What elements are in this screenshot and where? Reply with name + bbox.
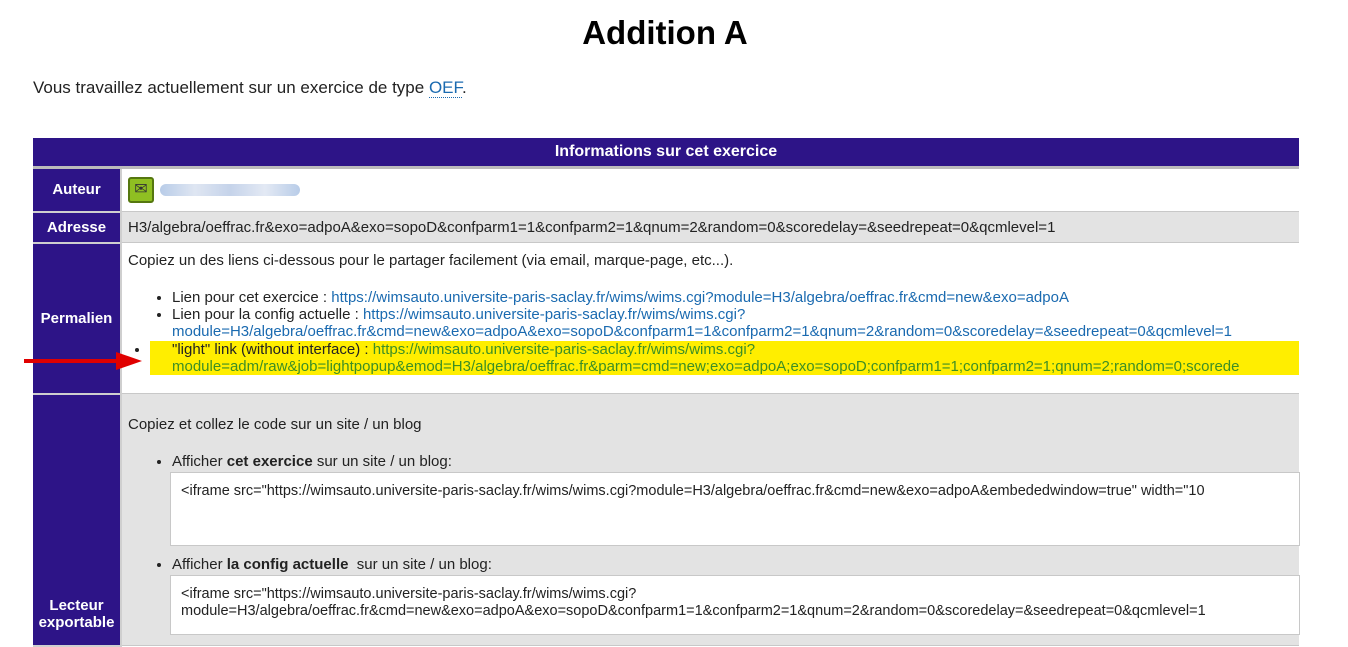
page-title: Addition A (582, 14, 748, 51)
link-label: Lien pour la config actuelle : (172, 306, 363, 323)
exercise-info-table: Informations sur cet exercice Auteur ✉ A… (33, 138, 1300, 647)
permalien-intro: Copiez un des liens ci-dessous pour le p… (128, 252, 734, 269)
author-name-blurred[interactable] (160, 184, 300, 196)
adresse-value: H3/algebra/oeffrac.fr&exo=adpoA&exo=sopo… (121, 211, 1299, 243)
lecteur-label: Lecteur exportable (33, 393, 122, 647)
embed-prefix: Afficher (172, 453, 227, 470)
link-label: Lien pour cet exercice : (172, 289, 332, 306)
red-arrow-icon (24, 352, 142, 370)
link-label: "light" link (without interface) : (172, 341, 373, 358)
intro-prefix: Vous travaillez actuellement sur un exer… (33, 78, 429, 97)
auteur-value: ✉ (121, 167, 1299, 212)
intro-text: Vous travaillez actuellement sur un exer… (33, 78, 467, 98)
permalien-value: Copiez un des liens ci-dessous pour le p… (121, 242, 1299, 394)
row-auteur: Auteur ✉ (33, 167, 1299, 213)
row-adresse: Adresse H3/algebra/oeffrac.fr&exo=adpoA&… (33, 211, 1299, 244)
intro-suffix: . (462, 78, 467, 97)
oef-link[interactable]: OEF (428, 78, 462, 98)
adresse-label: Adresse (33, 211, 122, 244)
lecteur-value: Copiez et collez le code sur un site / u… (121, 393, 1300, 646)
row-lecteur: Lecteur exportable Copiez et collez le c… (33, 393, 1300, 647)
table-header: Informations sur cet exercice (33, 138, 1299, 169)
embed-list: Afficher cet exercice sur un site / un b… (128, 453, 1300, 635)
list-item-highlighted: "light" link (without interface) : https… (150, 341, 1299, 375)
embed-code-exercise[interactable]: <iframe src="https://wimsauto.universite… (170, 472, 1300, 546)
embed-code-config[interactable]: <iframe src="https://wimsauto.universite… (170, 575, 1300, 635)
embed-bold: la config actuelle (226, 556, 349, 573)
row-permalien: Permalien Copiez un des liens ci-dessous… (33, 242, 1299, 395)
lecteur-intro: Copiez et collez le code sur un site / u… (128, 416, 422, 433)
list-item: Lien pour la config actuelle : https://w… (172, 306, 1299, 340)
permalien-list: Lien pour cet exercice : https://wimsaut… (128, 289, 1299, 375)
mail-icon[interactable]: ✉ (128, 177, 154, 203)
embed-bold: cet exercice (226, 453, 313, 470)
list-item: Afficher cet exercice sur un site / un b… (170, 453, 1300, 546)
embed-suffix: sur un site / un blog: (348, 556, 492, 573)
auteur-label: Auteur (33, 167, 122, 213)
exercise-link[interactable]: https://wimsauto.universite-paris-saclay… (331, 289, 1069, 306)
list-item: Afficher la config actuelle sur un site … (170, 556, 1300, 635)
list-item: Lien pour cet exercice : https://wimsaut… (172, 289, 1299, 306)
embed-suffix: sur un site / un blog: (312, 453, 452, 470)
embed-prefix: Afficher (172, 556, 227, 573)
